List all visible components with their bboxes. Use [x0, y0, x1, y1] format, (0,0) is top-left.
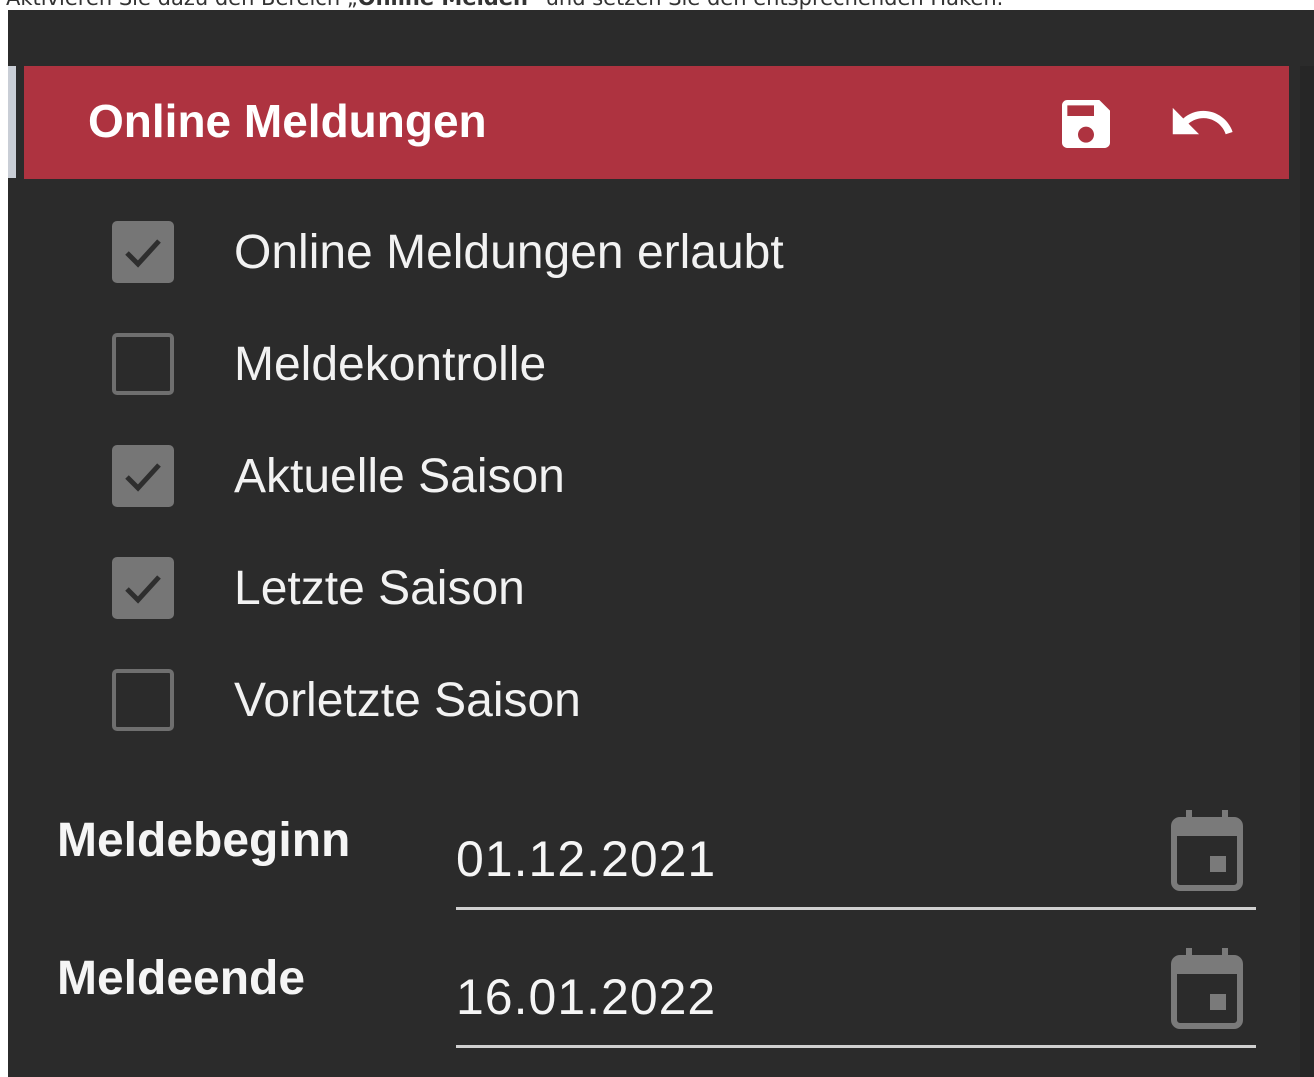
- option-aktuelle-saison[interactable]: Aktuelle Saison: [112, 444, 1012, 508]
- meldebeginn-date-field[interactable]: 01.12.2021: [456, 810, 1256, 910]
- save-icon: [1062, 100, 1110, 148]
- left-edge-strip: [8, 66, 16, 178]
- option-label: Vorletzte Saison: [234, 673, 581, 727]
- meldebeginn-label: Meldebeginn: [57, 814, 351, 867]
- checkmark-icon: [125, 239, 161, 268]
- section-header: Online Meldungen: [24, 66, 1289, 179]
- option-letzte-saison[interactable]: Letzte Saison: [112, 556, 1012, 620]
- instruction-prefix: Aktivieren Sie dazu den Bereich „: [6, 0, 358, 10]
- instruction-text: Aktivieren Sie dazu den Bereich „Online …: [6, 0, 1306, 10]
- undo-button[interactable]: [1164, 96, 1240, 152]
- meldebeginn-underline: [456, 907, 1256, 910]
- calendar-icon: [1171, 810, 1243, 891]
- calendar-icon: [1171, 948, 1243, 1029]
- instruction-bold: Online Melden: [358, 0, 528, 10]
- checkbox[interactable]: [112, 669, 174, 731]
- section-title: Online Meldungen: [88, 95, 487, 147]
- option-label: Aktuelle Saison: [234, 449, 565, 503]
- option-label: Letzte Saison: [234, 561, 525, 615]
- meldeende-date-field[interactable]: 16.01.2022: [456, 948, 1256, 1048]
- instruction-suffix: “ und setzen Sie den entsprechenden Hake…: [528, 0, 1003, 10]
- meldebeginn-value[interactable]: 01.12.2021: [456, 830, 716, 888]
- option-online-meldungen-erlaubt[interactable]: Online Meldungen erlaubt: [112, 220, 1012, 284]
- meldeende-value[interactable]: 16.01.2022: [456, 968, 716, 1026]
- option-meldekontrolle[interactable]: Meldekontrolle: [112, 332, 1012, 396]
- checkbox[interactable]: [112, 333, 174, 395]
- meldeende-underline: [456, 1045, 1256, 1048]
- undo-icon: [1172, 107, 1233, 135]
- checkbox[interactable]: [112, 445, 174, 507]
- checkbox[interactable]: [112, 557, 174, 619]
- option-vorletzte-saison[interactable]: Vorletzte Saison: [112, 668, 1012, 732]
- option-label: Online Meldungen erlaubt: [234, 225, 784, 279]
- meldebeginn-calendar-button[interactable]: [1170, 810, 1246, 892]
- checkmark-icon: [125, 463, 161, 492]
- option-label: Meldekontrolle: [234, 337, 547, 391]
- checkbox[interactable]: [112, 221, 174, 283]
- checkmark-icon: [125, 575, 161, 604]
- meldeende-calendar-button[interactable]: [1170, 948, 1246, 1030]
- right-edge: [1300, 66, 1314, 1077]
- save-button[interactable]: [1054, 92, 1118, 156]
- meldeende-label: Meldeende: [57, 952, 306, 1005]
